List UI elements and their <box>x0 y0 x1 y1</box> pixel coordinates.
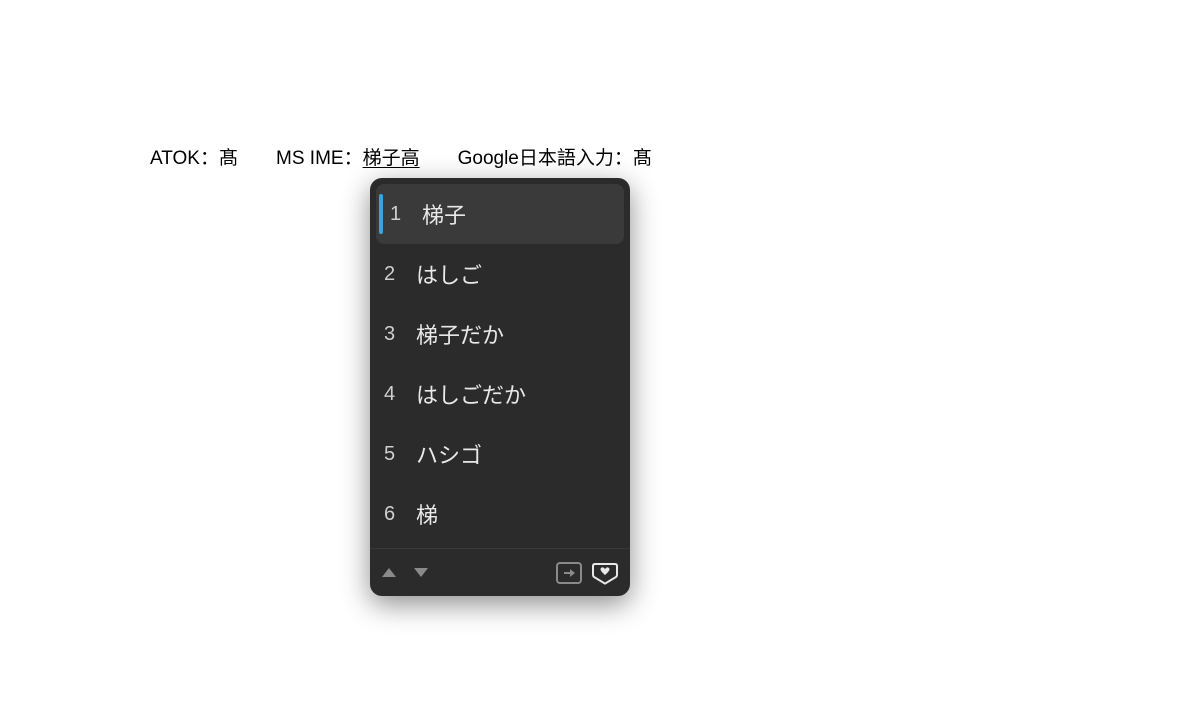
candidate-footer <box>370 548 630 596</box>
spacer-2 <box>420 143 458 170</box>
atok-value: 髙 <box>219 143 238 170</box>
candidate-number: 4 <box>384 383 410 406</box>
msime-label: MS IME： <box>276 143 363 170</box>
favorite-icon[interactable] <box>592 561 618 585</box>
candidate-text: ハシゴ <box>416 438 482 470</box>
footer-left-controls <box>382 568 428 577</box>
candidate-text: 梯 <box>416 498 438 530</box>
candidate-number: 2 <box>384 263 410 286</box>
candidate-number: 1 <box>390 203 416 226</box>
google-value: 髙 <box>633 143 652 170</box>
input-text-line: ATOK： 髙 MS IME： 梯子高 Google日本語入力： 髙 <box>150 143 1050 170</box>
candidate-item-4[interactable]: 4 はしごだか <box>370 364 630 424</box>
candidate-item-2[interactable]: 2 はしご <box>370 244 630 304</box>
candidate-item-6[interactable]: 6梯 <box>370 484 630 544</box>
candidate-text: はしごだか <box>416 378 526 410</box>
msime-composing-value[interactable]: 梯子高 <box>363 143 420 170</box>
footer-right-controls <box>556 561 618 585</box>
atok-label: ATOK： <box>150 143 219 170</box>
candidate-text: 梯子 <box>422 198 466 230</box>
ime-candidate-popup[interactable]: 1 梯子 2 はしご 3 梯子だか 4 はしごだか 5 ハシゴ 6梯 <box>370 178 630 596</box>
candidate-number: 5 <box>384 443 410 466</box>
google-label: Google日本語入力： <box>458 143 633 170</box>
candidate-text: はしご <box>416 258 482 290</box>
page-up-icon[interactable] <box>382 568 396 577</box>
candidate-item-3[interactable]: 3 梯子だか <box>370 304 630 364</box>
candidate-number: 6 <box>384 503 410 526</box>
candidate-text: 梯子だか <box>416 318 504 350</box>
expand-icon[interactable] <box>556 562 582 584</box>
candidate-list: 1 梯子 2 はしご 3 梯子だか 4 はしごだか 5 ハシゴ 6梯 <box>370 184 630 544</box>
spacer-1 <box>238 143 276 170</box>
page-down-icon[interactable] <box>414 568 428 577</box>
candidate-item-1[interactable]: 1 梯子 <box>376 184 624 244</box>
candidate-item-5[interactable]: 5 ハシゴ <box>370 424 630 484</box>
candidate-number: 3 <box>384 323 410 346</box>
